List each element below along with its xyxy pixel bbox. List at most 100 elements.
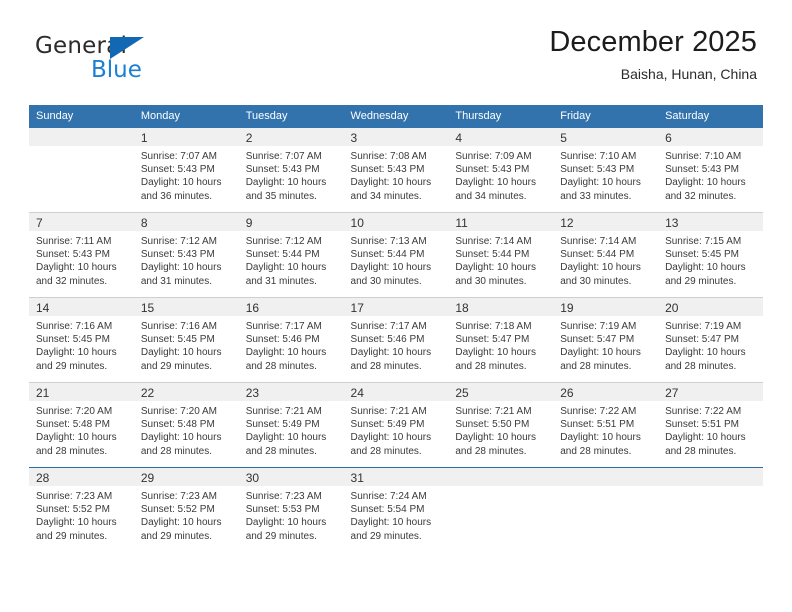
calendar-day[interactable]: 15 Sunrise: 7:16 AM Sunset: 5:45 PM Dayligh… [133, 298, 239, 382]
calendar-day[interactable]: 19 Sunrise: 7:19 AM Sunset: 5:47 PM Dayligh… [553, 298, 659, 382]
calendar-day[interactable]: 25 Sunrise: 7:21 AM Sunset: 5:50 PM Dayligh… [448, 383, 554, 467]
calendar-week-row: 7 Sunrise: 7:11 AM Sunset: 5:43 PM Daylight… [29, 212, 763, 298]
calendar-day[interactable]: 26 Sunrise: 7:22 AM Sunset: 5:51 PM Dayligh… [553, 383, 659, 467]
calendar-day-cell[interactable]: 29 Sunrise: 7:23 AM Sunset: 5:52 PM Dayligh… [133, 467, 239, 552]
day-details: Sunrise: 7:15 AM Sunset: 5:45 PM Daylight:… [658, 231, 763, 288]
generalblue-logo[interactable]: General Blue [35, 33, 215, 85]
calendar-day-cell[interactable]: 28 Sunrise: 7:23 AM Sunset: 5:52 PM Dayligh… [29, 467, 134, 552]
calendar-day[interactable]: 23 Sunrise: 7:21 AM Sunset: 5:49 PM Dayligh… [238, 383, 344, 467]
sunrise-text: Sunrise: 7:16 AM [140, 321, 217, 332]
calendar-day-cell[interactable]: 3 Sunrise: 7:08 AM Sunset: 5:43 PM Daylight… [343, 128, 449, 213]
day-details: Sunrise: 7:16 AM Sunset: 5:45 PM Daylight:… [134, 316, 239, 373]
calendar-day[interactable]: 17 Sunrise: 7:17 AM Sunset: 5:46 PM Dayligh… [343, 298, 449, 382]
calendar-day-cell[interactable]: 8 Sunrise: 7:12 AM Sunset: 5:43 PM Daylight… [133, 212, 239, 298]
calendar-day-cell[interactable]: 6 Sunrise: 7:10 AM Sunset: 5:43 PM Daylight… [658, 128, 763, 213]
day-number: 18 [455, 301, 469, 315]
calendar-day-cell[interactable]: 10 Sunrise: 7:13 AM Sunset: 5:44 PM Dayligh… [343, 212, 449, 298]
day-number: 26 [560, 386, 574, 400]
calendar-day[interactable]: 13 Sunrise: 7:15 AM Sunset: 5:45 PM Dayligh… [658, 213, 763, 297]
daylight-text-cont: and 30 minutes. [560, 275, 632, 287]
sunrise-text: Sunrise: 7:21 AM [455, 406, 532, 417]
calendar-day-cell[interactable]: 1 Sunrise: 7:07 AM Sunset: 5:43 PM Daylight… [133, 128, 239, 213]
calendar-day[interactable]: 28 Sunrise: 7:23 AM Sunset: 5:52 PM Dayligh… [29, 468, 134, 552]
sunset-text: Sunset: 5:43 PM [560, 164, 635, 176]
day-number: 28 [36, 471, 50, 485]
calendar-day-cell[interactable]: 14 Sunrise: 7:16 AM Sunset: 5:45 PM Dayligh… [29, 297, 134, 383]
sunrise-text: Sunrise: 7:09 AM [455, 151, 532, 162]
calendar-day[interactable]: 18 Sunrise: 7:18 AM Sunset: 5:47 PM Dayligh… [448, 298, 554, 382]
calendar-day-cell[interactable]: 7 Sunrise: 7:11 AM Sunset: 5:43 PM Daylight… [29, 212, 134, 298]
calendar-day[interactable]: 21 Sunrise: 7:20 AM Sunset: 5:48 PM Dayligh… [29, 383, 134, 467]
day-number-band: 3 [343, 128, 449, 146]
calendar-day-cell[interactable]: 30 Sunrise: 7:23 AM Sunset: 5:53 PM Dayligh… [238, 467, 344, 552]
calendar-day-cell[interactable]: 31 Sunrise: 7:24 AM Sunset: 5:54 PM Dayligh… [343, 467, 449, 552]
calendar-day[interactable]: 20 Sunrise: 7:19 AM Sunset: 5:47 PM Dayligh… [658, 298, 763, 382]
daylight-text-cont: and 31 minutes. [245, 275, 317, 287]
daylight-text: Daylight: 10 hours [350, 347, 432, 359]
calendar-day[interactable]: 1 Sunrise: 7:07 AM Sunset: 5:43 PM Daylight… [133, 128, 239, 212]
calendar-day[interactable]: 4 Sunrise: 7:09 AM Sunset: 5:43 PM Daylight… [448, 128, 554, 212]
sunset-text: Sunset: 5:50 PM [455, 419, 530, 431]
calendar-day-cell[interactable]: 20 Sunrise: 7:19 AM Sunset: 5:47 PM Dayligh… [658, 297, 763, 383]
sunrise-text: Sunrise: 7:07 AM [140, 151, 217, 162]
calendar-day[interactable]: 11 Sunrise: 7:14 AM Sunset: 5:44 PM Dayligh… [448, 213, 554, 297]
calendar-day-cell[interactable]: 12 Sunrise: 7:14 AM Sunset: 5:44 PM Dayligh… [553, 212, 659, 298]
calendar-day-cell[interactable]: 16 Sunrise: 7:17 AM Sunset: 5:46 PM Dayligh… [238, 297, 344, 383]
calendar-day-cell[interactable] [448, 467, 554, 552]
sunrise-text: Sunrise: 7:17 AM [245, 321, 322, 332]
calendar-day[interactable]: 29 Sunrise: 7:23 AM Sunset: 5:52 PM Dayligh… [133, 468, 239, 552]
calendar-day-cell[interactable] [29, 128, 134, 213]
sunrise-text: Sunrise: 7:19 AM [665, 321, 742, 332]
day-number: 15 [140, 301, 155, 315]
calendar-day[interactable]: 14 Sunrise: 7:16 AM Sunset: 5:45 PM Dayligh… [29, 298, 134, 382]
calendar-day[interactable]: 10 Sunrise: 7:13 AM Sunset: 5:44 PM Dayligh… [343, 213, 449, 297]
day-details: Sunrise: 7:17 AM Sunset: 5:46 PM Daylight:… [344, 316, 449, 373]
day-number: 1 [140, 131, 148, 145]
calendar-day-cell[interactable]: 18 Sunrise: 7:18 AM Sunset: 5:47 PM Dayligh… [448, 297, 554, 383]
daylight-text: Daylight: 10 hours [36, 517, 117, 529]
calendar-day-cell[interactable] [553, 467, 659, 552]
sunrise-text: Sunrise: 7:20 AM [36, 406, 113, 417]
calendar-day-cell[interactable]: 23 Sunrise: 7:21 AM Sunset: 5:49 PM Dayligh… [238, 382, 344, 468]
calendar-day[interactable]: 12 Sunrise: 7:14 AM Sunset: 5:44 PM Dayligh… [553, 213, 659, 297]
calendar-day-cell[interactable]: 19 Sunrise: 7:19 AM Sunset: 5:47 PM Dayligh… [553, 297, 659, 383]
calendar-day-cell[interactable]: 21 Sunrise: 7:20 AM Sunset: 5:48 PM Dayligh… [29, 382, 134, 468]
calendar-day[interactable]: 6 Sunrise: 7:10 AM Sunset: 5:43 PM Daylight… [658, 128, 763, 212]
calendar-day[interactable]: 27 Sunrise: 7:22 AM Sunset: 5:51 PM Dayligh… [658, 383, 763, 467]
calendar-day-cell[interactable]: 4 Sunrise: 7:09 AM Sunset: 5:43 PM Daylight… [448, 128, 554, 213]
calendar-day-cell[interactable]: 25 Sunrise: 7:21 AM Sunset: 5:50 PM Dayligh… [448, 382, 554, 468]
day-details: Sunrise: 7:20 AM Sunset: 5:48 PM Daylight:… [29, 401, 134, 458]
calendar-day-cell[interactable]: 5 Sunrise: 7:10 AM Sunset: 5:43 PM Daylight… [553, 128, 659, 213]
calendar-day-cell[interactable]: 11 Sunrise: 7:14 AM Sunset: 5:44 PM Dayligh… [448, 212, 554, 298]
calendar-day[interactable]: 8 Sunrise: 7:12 AM Sunset: 5:43 PM Daylight… [133, 213, 239, 297]
calendar-day[interactable]: 16 Sunrise: 7:17 AM Sunset: 5:46 PM Dayligh… [238, 298, 344, 382]
calendar-day-cell[interactable] [658, 467, 763, 552]
calendar-day-cell[interactable]: 13 Sunrise: 7:15 AM Sunset: 5:45 PM Dayligh… [658, 212, 763, 298]
daylight-text-cont: and 32 minutes. [665, 190, 737, 202]
calendar-day-cell[interactable]: 15 Sunrise: 7:16 AM Sunset: 5:45 PM Dayligh… [133, 297, 239, 383]
calendar-day[interactable]: 31 Sunrise: 7:24 AM Sunset: 5:54 PM Dayligh… [343, 468, 449, 552]
calendar-day[interactable]: 9 Sunrise: 7:12 AM Sunset: 5:44 PM Daylight… [238, 213, 344, 297]
calendar-day[interactable]: 22 Sunrise: 7:20 AM Sunset: 5:48 PM Dayligh… [133, 383, 239, 467]
daylight-text-cont: and 28 minutes. [245, 360, 317, 372]
day-details: Sunrise: 7:16 AM Sunset: 5:45 PM Daylight:… [29, 316, 134, 373]
calendar-week-row: 14 Sunrise: 7:16 AM Sunset: 5:45 PM Dayligh… [29, 297, 763, 383]
daylight-text: Daylight: 10 hours [245, 347, 327, 359]
calendar-day-cell[interactable]: 2 Sunrise: 7:07 AM Sunset: 5:43 PM Daylight… [238, 128, 344, 213]
calendar-day-cell[interactable]: 26 Sunrise: 7:22 AM Sunset: 5:51 PM Dayligh… [553, 382, 659, 468]
calendar-day[interactable]: 30 Sunrise: 7:23 AM Sunset: 5:53 PM Dayligh… [238, 468, 344, 552]
calendar-day[interactable]: 2 Sunrise: 7:07 AM Sunset: 5:43 PM Daylight… [238, 128, 344, 212]
daylight-text: Daylight: 10 hours [36, 262, 117, 274]
calendar-day[interactable]: 7 Sunrise: 7:11 AM Sunset: 5:43 PM Daylight… [29, 213, 134, 297]
calendar-day-cell[interactable]: 27 Sunrise: 7:22 AM Sunset: 5:51 PM Dayligh… [658, 382, 763, 468]
calendar-day-cell[interactable]: 22 Sunrise: 7:20 AM Sunset: 5:48 PM Dayligh… [133, 382, 239, 468]
calendar-day-cell[interactable]: 24 Sunrise: 7:21 AM Sunset: 5:49 PM Dayligh… [343, 382, 449, 468]
sunrise-text: Sunrise: 7:13 AM [350, 236, 427, 247]
day-number: 30 [245, 471, 260, 485]
calendar-day[interactable]: 3 Sunrise: 7:08 AM Sunset: 5:43 PM Daylight… [343, 128, 449, 212]
calendar-day-cell[interactable]: 17 Sunrise: 7:17 AM Sunset: 5:46 PM Dayligh… [343, 297, 449, 383]
sunrise-text: Sunrise: 7:10 AM [665, 151, 742, 162]
calendar-day-cell[interactable]: 9 Sunrise: 7:12 AM Sunset: 5:44 PM Daylight… [238, 212, 344, 298]
calendar-day[interactable]: 24 Sunrise: 7:21 AM Sunset: 5:49 PM Dayligh… [343, 383, 449, 467]
calendar-day[interactable]: 5 Sunrise: 7:10 AM Sunset: 5:43 PM Daylight… [553, 128, 659, 212]
